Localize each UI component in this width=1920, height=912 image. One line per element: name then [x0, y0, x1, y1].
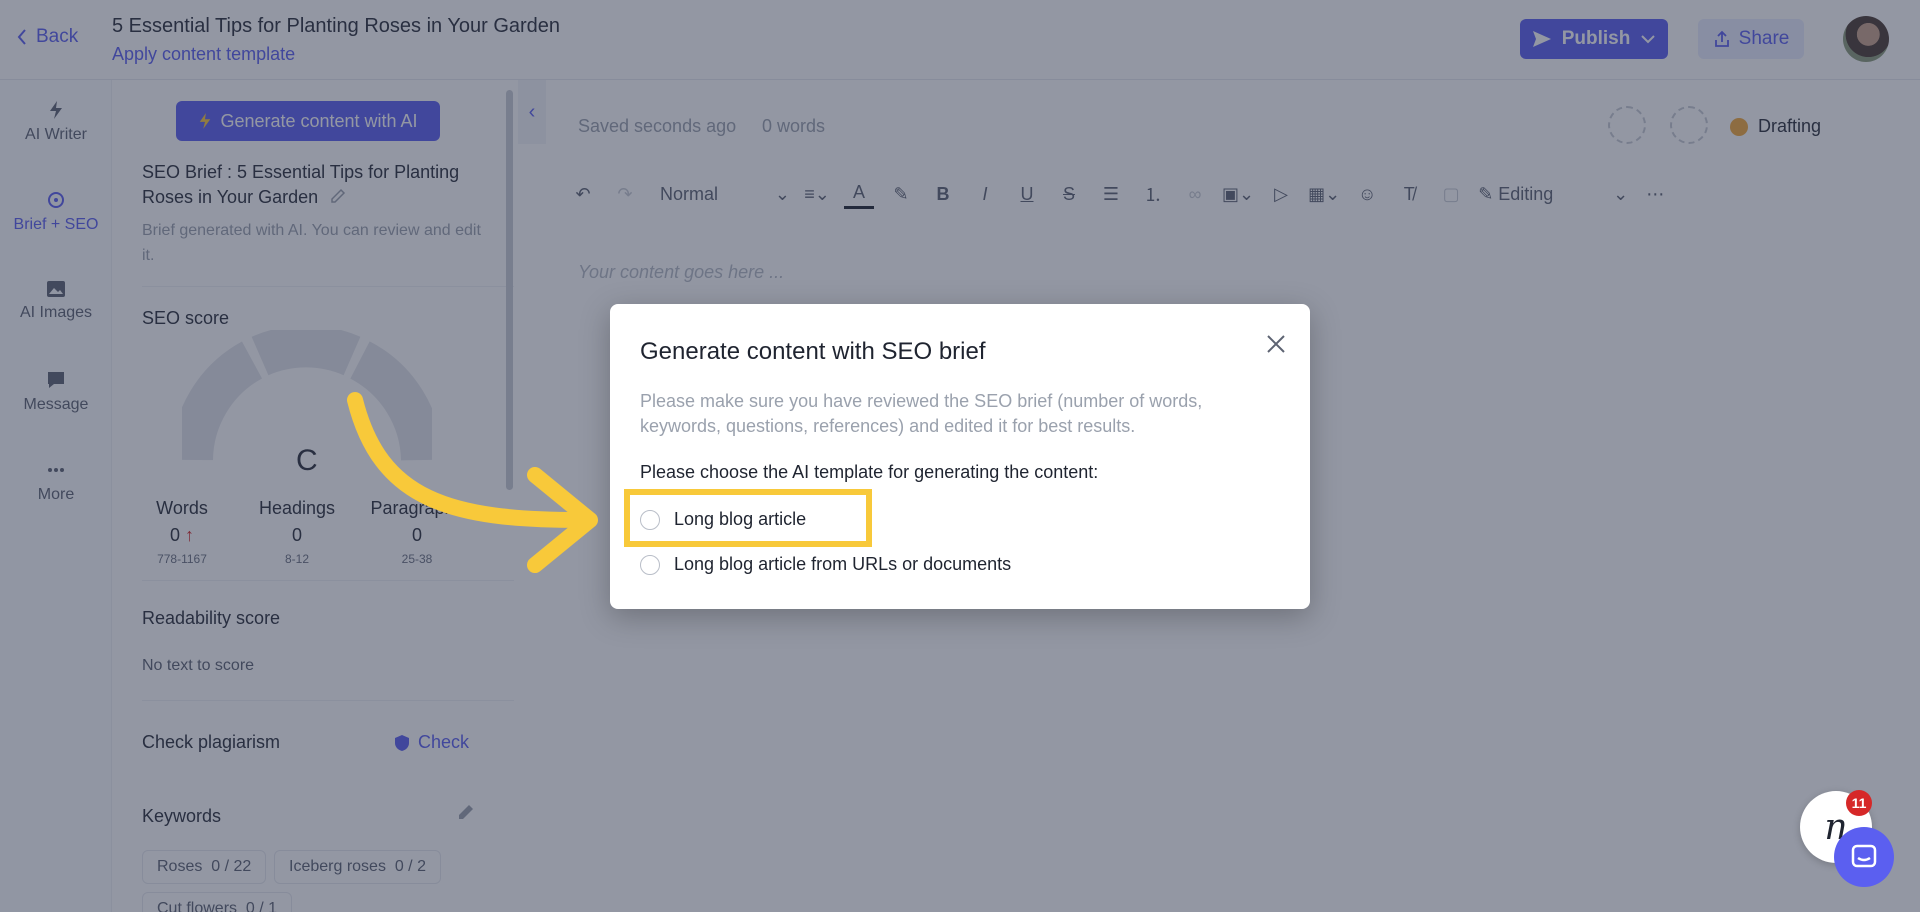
annotation-arrow-icon	[347, 392, 598, 573]
highlight-box	[624, 489, 872, 547]
generate-modal: Generate content with SEO brief Please m…	[610, 304, 1310, 609]
modal-prompt: Please choose the AI template for genera…	[640, 462, 1099, 482]
app-root: Back 5 Essential Tips for Planting Roses…	[0, 0, 1920, 912]
option-label: Long blog article from URLs or documents	[674, 554, 1012, 574]
notification-badge: 11	[1846, 790, 1872, 816]
modal-note: Please make sure you have reviewed the S…	[640, 391, 1203, 436]
radio-button[interactable]	[640, 554, 660, 575]
close-icon[interactable]	[1262, 330, 1290, 358]
option-long-blog-from-urls[interactable]: Long blog article from URLs or documents	[640, 554, 1011, 575]
chat-icon	[1851, 844, 1877, 868]
chat-launcher-button[interactable]	[1834, 827, 1894, 887]
modal-title: Generate content with SEO brief	[640, 338, 986, 365]
